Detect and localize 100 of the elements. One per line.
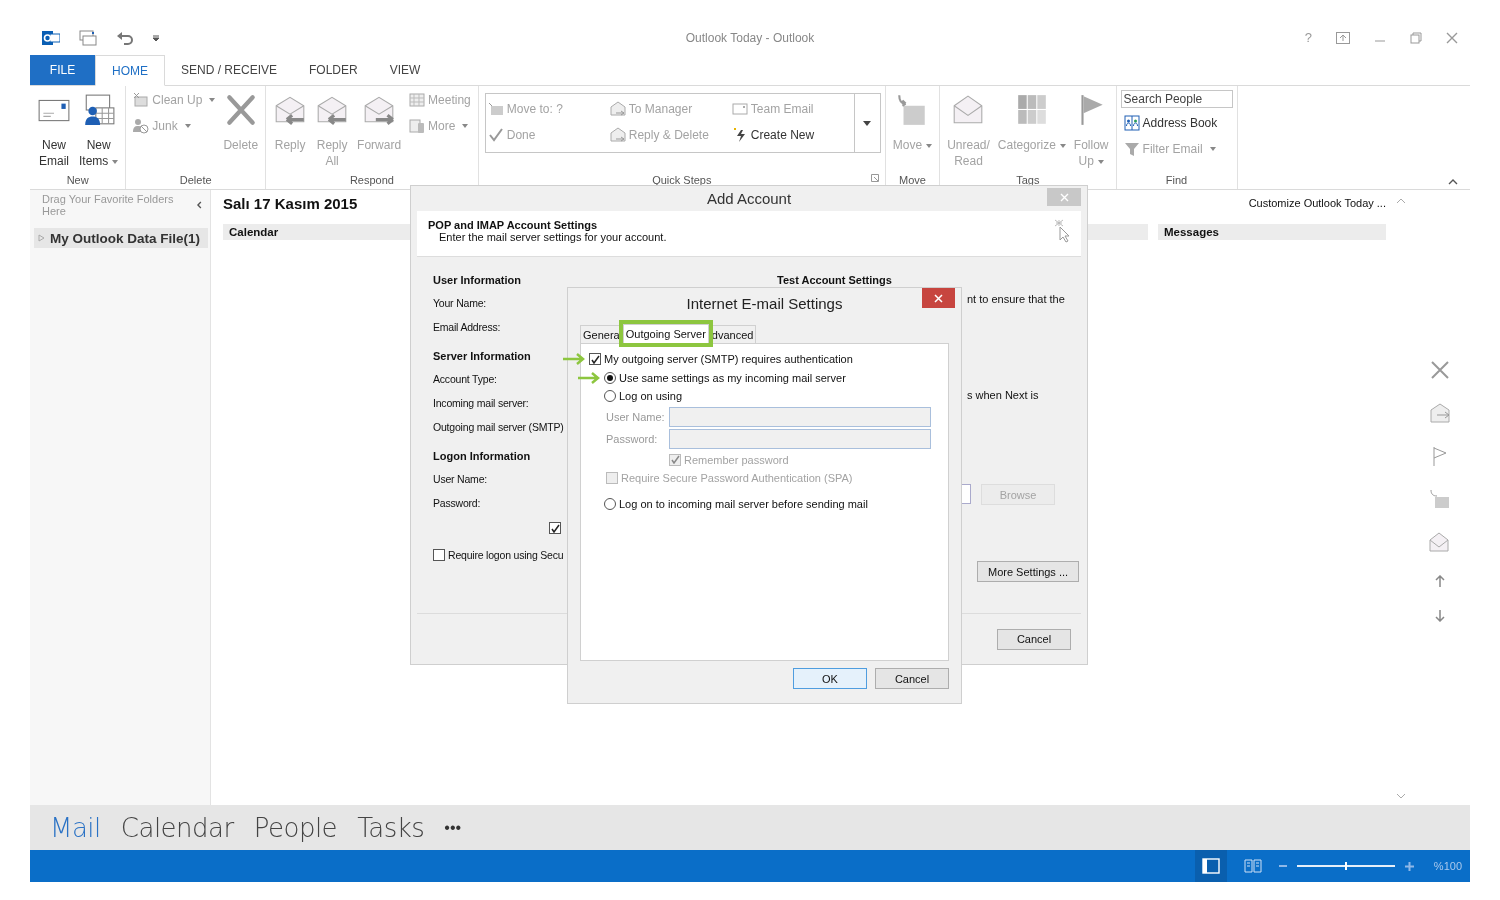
send-receive-icon[interactable] <box>78 27 98 48</box>
ribbon-button[interactable]: Address Book <box>1120 112 1233 134</box>
zoom-level[interactable]: %100 <box>1433 860 1462 872</box>
section-title: Server Information <box>433 349 531 364</box>
normal-view-button[interactable] <box>1194 850 1227 882</box>
scroll-down-icon[interactable] <box>1396 793 1406 799</box>
favorites-hint: Drag Your Favorite Folders Here <box>42 193 175 217</box>
description-text: s when Next is <box>967 389 1039 401</box>
close-icon <box>1059 192 1069 202</box>
more-button[interactable]: ••• <box>444 818 462 837</box>
ribbon-button[interactable]: New Email <box>34 89 74 169</box>
checkbox-label: My outgoing server (SMTP) requires authentication <box>604 353 853 366</box>
filter-icon <box>1123 141 1140 157</box>
option-label: Log on using <box>619 390 682 403</box>
group-label: Find <box>1165 174 1188 186</box>
person-block-icon <box>133 118 150 134</box>
help-button[interactable]: ? <box>1304 30 1312 45</box>
dialog-launcher-icon[interactable] <box>870 174 879 182</box>
undo-icon[interactable] <box>116 29 134 46</box>
envelope-arrow-icon <box>609 126 626 143</box>
field-label: Email Address: <box>433 320 501 335</box>
customize-link[interactable]: Customize Outlook Today ... <box>1248 197 1386 209</box>
ribbon-button[interactable]: New Items <box>76 89 122 169</box>
field-label: Password: <box>606 432 659 445</box>
address-book-icon <box>1123 115 1140 131</box>
ribbon-tab[interactable]: HOME <box>95 55 165 86</box>
search-field[interactable]: Search People <box>1120 90 1233 108</box>
checkbox[interactable] <box>589 353 601 366</box>
window-title: Outlook Today - Outlook <box>685 30 815 45</box>
chevron-left-icon[interactable] <box>196 201 202 209</box>
normal-view-icon <box>1201 858 1220 874</box>
restore-icon[interactable] <box>1410 31 1422 44</box>
checkbox-label: Remember password <box>684 453 789 466</box>
nav-item[interactable]: Tasks <box>357 812 425 843</box>
caret-icon <box>863 120 872 126</box>
dialog-subheading: Enter the mail server settings for your account. <box>438 231 667 243</box>
scroll-up-icon[interactable] <box>1396 198 1406 204</box>
check-icon <box>487 126 504 143</box>
radio-button[interactable] <box>604 390 616 403</box>
tab[interactable]: Outgoing Server <box>622 324 709 343</box>
cancel-button[interactable]: Cancel <box>997 628 1071 650</box>
ribbon-display-icon[interactable] <box>1336 31 1350 44</box>
group-label: Quick Steps <box>652 174 712 186</box>
close-icon[interactable] <box>1446 31 1458 44</box>
close-button[interactable] <box>1047 188 1081 206</box>
option-label: Log on to incoming mail server before sending mail <box>619 497 868 510</box>
field-label: Outgoing mail server (SMTP) <box>433 420 564 435</box>
expand-triangle-icon[interactable] <box>38 234 45 242</box>
customize-caret-icon[interactable] <box>152 33 160 42</box>
ribbon-tab[interactable]: FILE <box>30 55 95 85</box>
quick-step[interactable]: Create New <box>731 123 852 146</box>
group-label: Delete <box>179 174 212 186</box>
zoom-out-icon[interactable] <box>1278 862 1287 870</box>
envelope-arrow-icon[interactable] <box>1429 403 1451 423</box>
checkbox[interactable] <box>549 522 561 534</box>
field-label: User Name: <box>433 472 487 487</box>
collapse-ribbon-icon[interactable] <box>1448 179 1458 185</box>
field-label: Incoming mail server: <box>433 396 529 411</box>
nav-item[interactable]: Calendar <box>120 812 234 843</box>
app-logo-icon <box>42 28 60 47</box>
nav-item[interactable]: Mail <box>50 812 101 843</box>
dialog-button[interactable]: Cancel <box>875 668 949 689</box>
close-icon[interactable] <box>1430 360 1450 380</box>
book-icon <box>1243 858 1262 874</box>
radio-button[interactable] <box>604 497 616 510</box>
column-header: Messages <box>1158 224 1386 240</box>
group-label: Respond <box>349 174 394 186</box>
section-title: Logon Information <box>433 449 531 464</box>
up-arrow-icon[interactable] <box>1435 575 1445 587</box>
check-icon <box>590 354 600 364</box>
ribbon-tab[interactable]: FOLDER <box>293 55 374 85</box>
option-label: Use same settings as my incoming mail server <box>619 371 846 384</box>
folder-item[interactable]: My Outlook Data File(1) <box>34 228 208 248</box>
close-icon <box>934 293 943 303</box>
slider-thumb[interactable] <box>1344 862 1347 870</box>
group-label: New <box>66 174 89 186</box>
zoom-in-icon[interactable] <box>1404 861 1414 871</box>
down-arrow-icon[interactable] <box>1435 610 1445 622</box>
ribbon-tab[interactable]: SEND / RECEIVE <box>165 55 294 85</box>
section-title: User Information <box>433 273 521 288</box>
section-title: Test Account Settings <box>777 273 892 288</box>
more-settings-button[interactable]: More Settings ... <box>977 561 1080 582</box>
field-label: Account Type: <box>433 372 497 387</box>
flag-icon[interactable] <box>1432 446 1448 466</box>
lightning-icon <box>731 126 748 143</box>
description-text: nt to ensure that the <box>967 293 1065 305</box>
checkbox[interactable] <box>433 549 445 561</box>
radio-button[interactable] <box>604 371 616 384</box>
checkbox-label: Require logon using Secu <box>448 549 564 561</box>
folder-arrow-icon[interactable] <box>1429 489 1451 509</box>
cursor-sparkle-icon <box>1053 219 1071 243</box>
nav-item[interactable]: People <box>253 812 338 843</box>
field-label: Your Name: <box>433 296 487 311</box>
group-label: Move <box>899 174 926 186</box>
folder-icon <box>487 101 504 117</box>
calendar-icon <box>409 92 426 108</box>
close-button[interactable] <box>922 288 955 308</box>
dialog-button[interactable]: OK <box>793 668 867 689</box>
checkbox-label: Require Secure Password Authentication (SPA) <box>621 472 853 485</box>
ribbon-tab[interactable]: VIEW <box>373 55 437 85</box>
